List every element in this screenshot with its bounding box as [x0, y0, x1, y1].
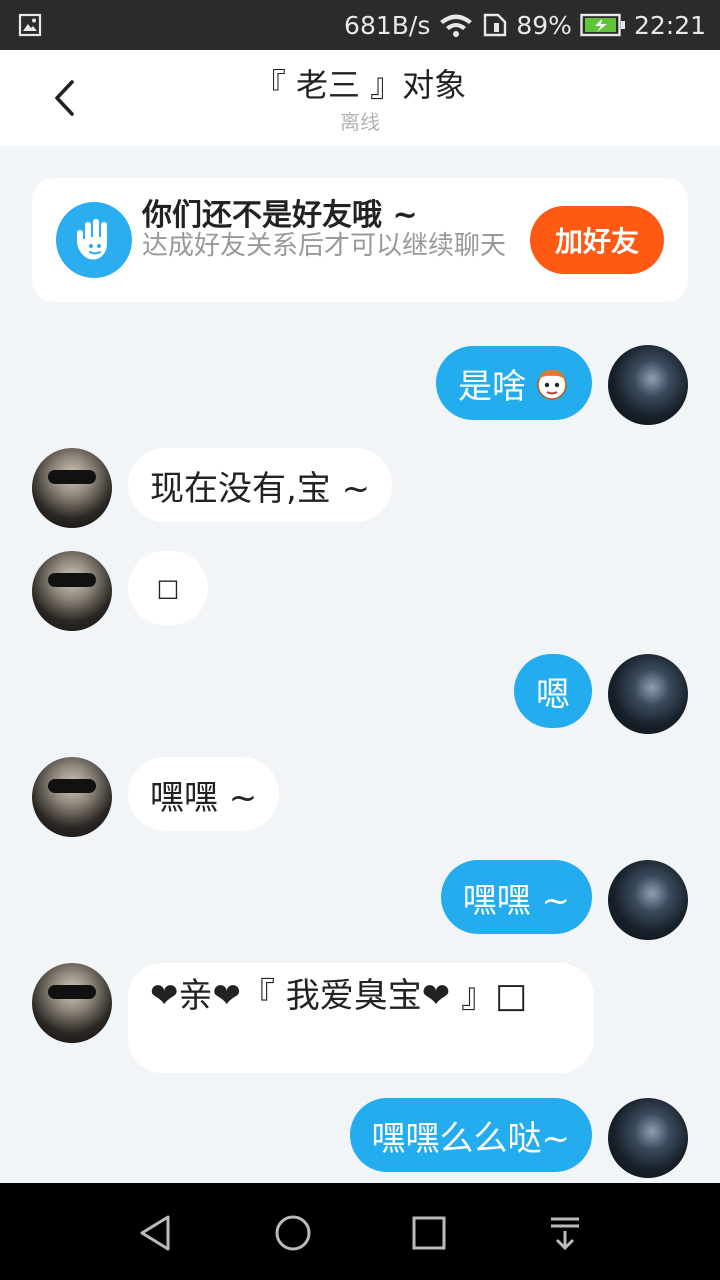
notice-title: 你们还不是好友哦 ~: [142, 198, 418, 233]
image-icon: [18, 13, 42, 37]
contact-avatar[interactable]: [32, 551, 112, 631]
message-bubble-outgoing[interactable]: 嗯: [514, 654, 592, 728]
home-circle-icon[interactable]: [269, 1209, 317, 1257]
contact-avatar[interactable]: [32, 757, 112, 837]
message-text: 嗯: [536, 674, 570, 715]
contact-avatar[interactable]: [32, 448, 112, 528]
message-bubble-outgoing[interactable]: 嘿嘿 ~: [440, 860, 592, 934]
add-friend-button[interactable]: 加好友: [530, 206, 664, 274]
message-bubble-incoming[interactable]: ❤亲❤『 我爱臭宝❤ 』□: [128, 963, 594, 1073]
battery-percent: 89%: [516, 10, 572, 40]
message-text: 嘿嘿 ~: [462, 880, 570, 921]
message-text: □: [156, 574, 180, 602]
message-text: 是啥: [458, 366, 526, 407]
chat-title: 『 老三 』对象: [253, 66, 467, 104]
system-navigation-bar: [0, 1183, 720, 1280]
back-triangle-icon[interactable]: [132, 1209, 180, 1257]
contact-avatar[interactable]: [32, 963, 112, 1043]
recents-square-icon[interactable]: [405, 1209, 453, 1257]
network-speed: 681B/s: [344, 10, 431, 40]
status-bar: 681B/s 89% 22:21: [0, 0, 720, 50]
notification-pull-icon[interactable]: [541, 1209, 589, 1257]
friend-notice-card: 你们还不是好友哦 ~ 达成好友关系后才可以继续聊天 加好友: [32, 178, 688, 302]
message-text: 嘿嘿 ~: [150, 777, 258, 818]
my-avatar[interactable]: [608, 860, 688, 940]
online-status: 离线: [340, 110, 380, 134]
chat-header: 『 老三 』对象 离线: [0, 50, 720, 146]
cartoon-face-emoji-icon: [534, 365, 570, 401]
my-avatar[interactable]: [608, 1098, 688, 1178]
wifi-icon: [438, 12, 474, 38]
my-avatar[interactable]: [608, 345, 688, 425]
message-bubble-outgoing[interactable]: 嘿嘿么么哒~: [349, 1098, 592, 1172]
message-text: 现在没有,宝 ~: [150, 468, 371, 509]
message-text: ❤亲❤『 我爱臭宝❤ 』□: [150, 976, 528, 1016]
message-bubble-incoming[interactable]: 嘿嘿 ~: [128, 757, 280, 831]
hand-icon: [56, 202, 132, 278]
notice-description: 达成好友关系后才可以继续聊天: [142, 231, 507, 261]
message-bubble-incoming[interactable]: 现在没有,宝 ~: [128, 448, 393, 522]
my-avatar[interactable]: [608, 654, 688, 734]
message-bubble-outgoing[interactable]: 是啥: [436, 346, 592, 420]
message-text: 嘿嘿么么哒~: [371, 1118, 571, 1159]
sim-icon: [482, 12, 508, 38]
message-bubble-incoming[interactable]: □: [128, 551, 208, 625]
clock: 22:21: [633, 10, 706, 40]
battery-icon: [580, 13, 626, 37]
